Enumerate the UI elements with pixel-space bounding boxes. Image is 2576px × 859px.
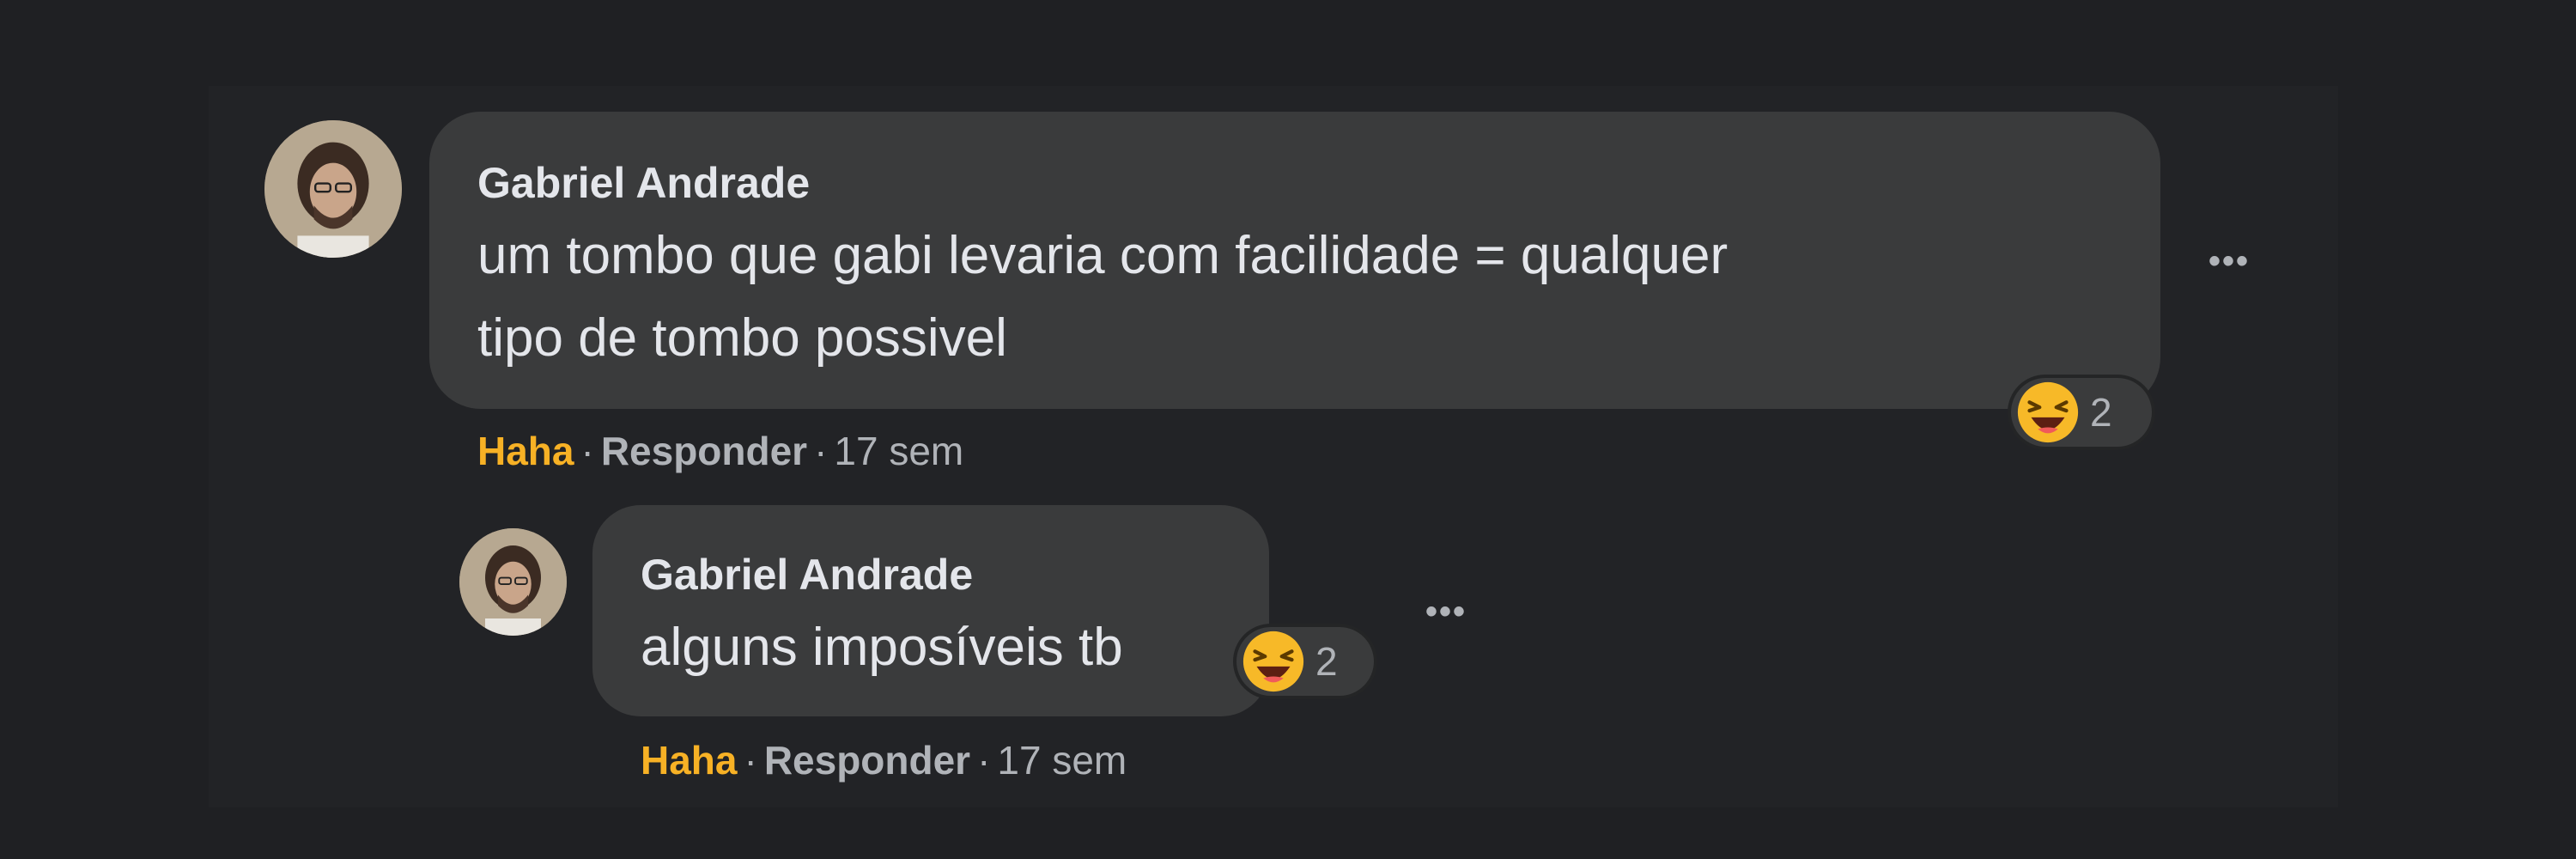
laughing-face-icon xyxy=(1242,631,1304,692)
comment-more-options-icon[interactable]: ••• xyxy=(2208,244,2250,278)
avatar[interactable] xyxy=(264,120,402,258)
laughing-face-icon xyxy=(2017,381,2079,443)
separator: · xyxy=(814,429,828,473)
reply-text: alguns imposíveis tb xyxy=(641,618,1123,677)
timestamp-link[interactable]: 17 sem xyxy=(997,738,1127,783)
comment-actions: Haha · Responder · 17 sem xyxy=(477,428,963,474)
comment-text-line-1: um tombo que gabi levaria com facilidade… xyxy=(477,226,1728,285)
reply-link[interactable]: Responder xyxy=(601,429,807,473)
reply-actions: Haha · Responder · 17 sem xyxy=(641,737,1127,783)
reply-link[interactable]: Responder xyxy=(764,738,970,783)
comment-reaction-count: 2 xyxy=(2090,390,2112,435)
comment-author[interactable]: Gabriel Andrade xyxy=(477,158,810,208)
reply-reaction-count: 2 xyxy=(1315,639,1338,684)
user-photo-icon xyxy=(459,528,567,636)
reply-more-options-icon[interactable]: ••• xyxy=(1425,594,1467,629)
separator: · xyxy=(744,738,757,783)
separator: · xyxy=(580,429,594,473)
comment-reaction-summary[interactable]: 2 xyxy=(2011,378,2152,447)
reply-author[interactable]: Gabriel Andrade xyxy=(641,550,973,600)
reply-reaction-summary[interactable]: 2 xyxy=(1236,627,1374,696)
timestamp-link[interactable]: 17 sem xyxy=(834,429,963,473)
user-photo-icon xyxy=(264,120,402,258)
reply-bubble xyxy=(592,505,1269,716)
haha-reaction-link[interactable]: Haha xyxy=(477,429,574,473)
reply-avatar[interactable] xyxy=(459,528,567,636)
comment-text-line-2: tipo de tombo possivel xyxy=(477,308,1007,368)
haha-reaction-link[interactable]: Haha xyxy=(641,738,737,783)
separator: · xyxy=(977,738,991,783)
